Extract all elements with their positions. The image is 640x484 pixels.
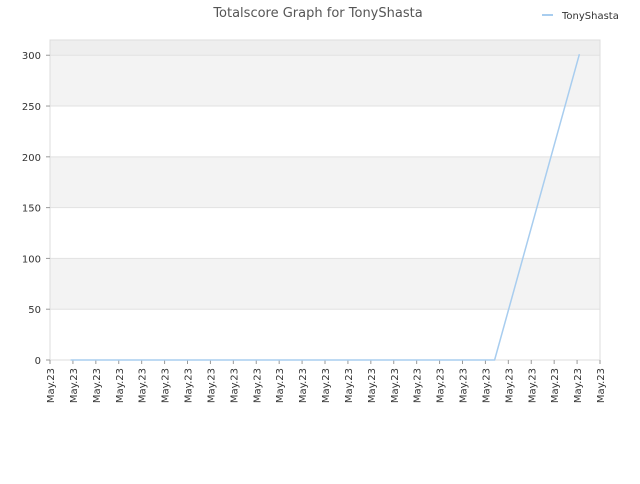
y-tick-label: 200	[22, 153, 41, 164]
chart-container: 0 50 100 150 200 250 300 May.23 May.23 May.23 May…	[0, 0, 640, 480]
x-axis: May.23 May.23 May.23 May.23 May.23 May.23 May.…	[46, 360, 607, 403]
x-tick-label: May.23	[115, 368, 126, 403]
x-tick-label: May.23	[413, 368, 424, 403]
x-tick-label: May.23	[92, 368, 103, 403]
y-tick-label: 100	[22, 254, 41, 265]
x-tick-label: May.23	[596, 368, 607, 403]
plot-band	[50, 309, 600, 360]
x-tick-label: May.23	[459, 368, 470, 403]
x-tick-label: May.23	[184, 368, 195, 403]
plot-band	[50, 55, 600, 107]
totalscore-line-chart: 050100150200250300 May.23 May.23 May.23 May…	[22, 6, 619, 403]
x-tick-label: May.23	[161, 368, 172, 403]
plot-band	[50, 258, 600, 310]
x-tick-label: May.23	[504, 368, 515, 403]
x-tick-label: May.23	[298, 368, 309, 403]
y-tick-label: 300	[22, 51, 41, 62]
plot-bands	[50, 40, 600, 360]
x-tick-label: May.23	[481, 368, 492, 403]
plot-band	[50, 156, 600, 208]
x-tick-label: May.23	[275, 368, 286, 403]
x-tick-label: May.23	[229, 368, 240, 403]
x-tick-label: May.23	[436, 368, 447, 403]
legend-label-tonyshasta: TonyShasta	[561, 11, 619, 22]
y-tick-label: 0	[35, 356, 41, 367]
x-tick-label: May.23	[367, 368, 378, 403]
y-tick-label: 250	[22, 102, 41, 113]
x-tick-label: May.23	[550, 368, 561, 403]
x-tick-label: May.23	[138, 368, 149, 403]
x-tick-label: May.23	[206, 368, 217, 403]
x-tick-label: May.23	[46, 368, 57, 403]
x-tick-label: May.23	[69, 368, 80, 403]
plot-band	[50, 207, 600, 259]
y-tick-label: 50	[28, 305, 41, 316]
y-axis: 0 50 100 150 200 250 300	[22, 51, 50, 367]
x-tick-label: May.23	[344, 368, 355, 403]
x-tick-label: May.23	[252, 368, 263, 403]
x-tick-label: May.23	[321, 368, 332, 403]
chart-title: Totalscore Graph for TonyShasta	[212, 6, 422, 21]
legend: TonyShasta	[542, 11, 619, 22]
plot-band	[50, 106, 600, 157]
x-tick-label: May.23	[390, 368, 401, 403]
x-tick-label: May.23	[527, 368, 538, 403]
x-tick-label: May.23	[573, 368, 584, 403]
y-tick-label: 150	[22, 204, 41, 215]
plot-band	[50, 40, 600, 56]
